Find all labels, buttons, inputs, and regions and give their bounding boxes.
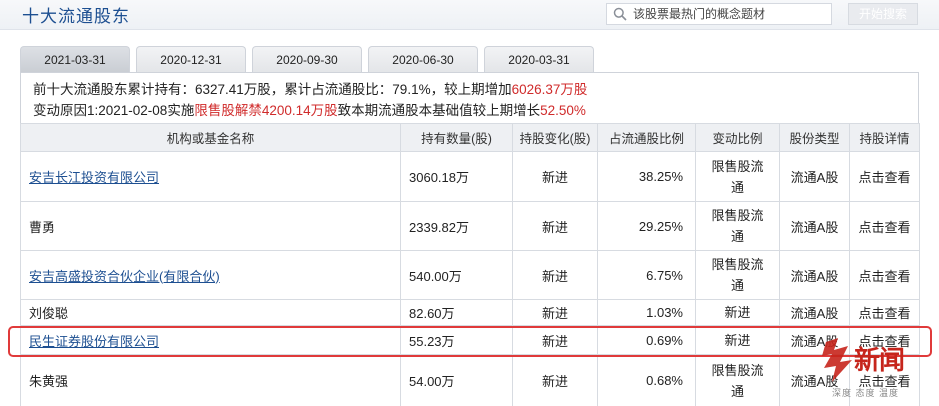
share-type: 流通A股 [779, 299, 850, 326]
float-ratio: 0.68% [597, 354, 696, 406]
col-header-name: 机构或基金名称 [20, 123, 401, 152]
table-row-highlighted: 民生证券股份有限公司 55.23万 新进 0.69% 新进 流通A股 点击查看 [20, 325, 920, 355]
share-type: 流通A股 [779, 201, 850, 251]
float-ratio: 6.75% [597, 250, 696, 300]
change-reason: 新进 [695, 299, 780, 326]
float-ratio: 29.25% [597, 201, 696, 251]
holding-amount: 540.00万 [400, 250, 513, 300]
view-detail-link[interactable]: 点击查看 [849, 201, 920, 251]
page-title: 十大流通股东 [22, 7, 130, 26]
holding-amount: 3060.18万 [400, 151, 513, 202]
table-row: 刘俊聪 82.60万 新进 1.03% 新进 流通A股 点击查看 [20, 299, 920, 326]
float-ratio: 1.03% [597, 299, 696, 326]
change-reason-prefix: 变动原因1:2021-02-08实施 [33, 103, 195, 118]
growth-percent: 52.50% [540, 103, 586, 118]
holdings-summary: 前十大流通股东累计持有：6327.41万股，累计占流通股比：79.1%，较上期增… [20, 73, 919, 123]
tab-2020-09-30[interactable]: 2020-09-30 [252, 46, 362, 73]
holding-change: 新进 [512, 151, 598, 202]
tab-2020-06-30[interactable]: 2020-06-30 [368, 46, 478, 73]
col-header-change: 持股变化(股) [512, 123, 598, 152]
holder-name: 曹勇 [20, 201, 401, 251]
summary-increase-value: 6026.37万股 [511, 82, 588, 97]
table-header-row: 机构或基金名称 持有数量(股) 持股变化(股) 占流通股比例 变动比例 股份类型… [20, 123, 920, 152]
search-icon [613, 7, 627, 21]
view-detail-link[interactable]: 点击查看 [849, 151, 920, 202]
change-reason: 限售股流通 [695, 201, 780, 251]
holding-change: 新进 [512, 201, 598, 251]
search-input[interactable] [633, 5, 829, 23]
table-row: 安吉长江投资有限公司 3060.18万 新进 38.25% 限售股流通 流通A股… [20, 151, 920, 202]
search-button[interactable]: 开始搜索 [848, 3, 918, 25]
change-reason: 限售股流通 [695, 151, 780, 202]
float-ratio: 38.25% [597, 151, 696, 202]
holding-change: 新进 [512, 354, 598, 406]
table-row: 曹勇 2339.82万 新进 29.25% 限售股流通 流通A股 点击查看 [20, 201, 920, 251]
holding-change: 新进 [512, 299, 598, 326]
share-type: 流通A股 [779, 250, 850, 300]
share-type: 流通A股 [779, 354, 850, 406]
view-detail-link[interactable]: 点击查看 [849, 354, 920, 406]
view-detail-link[interactable]: 点击查看 [849, 299, 920, 326]
share-type: 流通A股 [779, 151, 850, 202]
tab-2020-12-31[interactable]: 2020-12-31 [136, 46, 246, 73]
holder-name: 朱黄强 [20, 354, 401, 406]
share-type: 流通A股 [779, 325, 850, 355]
unlock-amount: 限售股解禁4200.14万股 [194, 103, 338, 118]
tab-2021-03-31[interactable]: 2021-03-31 [20, 46, 130, 73]
section-header: 十大流通股东 开始搜索 [0, 0, 939, 30]
col-header-amount: 持有数量(股) [400, 123, 513, 152]
holding-amount: 2339.82万 [400, 201, 513, 251]
col-header-ratio: 占流通股比例 [597, 123, 696, 152]
table-row: 朱黄强 54.00万 新进 0.68% 限售股流通 流通A股 点击查看 [20, 354, 920, 406]
col-header-detail: 持股详情 [849, 123, 920, 152]
holder-name: 刘俊聪 [20, 299, 401, 326]
change-reason: 限售股流通 [695, 354, 780, 406]
holding-change: 新进 [512, 250, 598, 300]
col-header-share-type: 股份类型 [779, 123, 850, 152]
holding-amount: 55.23万 [400, 325, 513, 355]
summary-total-text: 前十大流通股东累计持有：6327.41万股，累计占流通股比：79.1%，较上期增… [33, 82, 512, 97]
summary-line-2: 变动原因1:2021-02-08实施限售股解禁4200.14万股致本期流通股本基… [33, 100, 918, 121]
holder-name-link[interactable]: 安吉高盛投资合伙企业(有限合伙) [29, 269, 220, 284]
change-reason: 新进 [695, 325, 780, 355]
change-reason: 限售股流通 [695, 250, 780, 300]
summary-line-1: 前十大流通股东累计持有：6327.41万股，累计占流通股比：79.1%，较上期增… [33, 79, 918, 100]
view-detail-link[interactable]: 点击查看 [849, 325, 920, 355]
table-row: 安吉高盛投资合伙企业(有限合伙) 540.00万 新进 6.75% 限售股流通 … [20, 250, 920, 300]
col-header-change-ratio: 变动比例 [695, 123, 780, 152]
holder-name-link[interactable]: 民生证券股份有限公司 [29, 334, 159, 349]
tab-2020-03-31[interactable]: 2020-03-31 [484, 46, 594, 73]
top-holders-table: 机构或基金名称 持有数量(股) 持股变化(股) 占流通股比例 变动比例 股份类型… [20, 123, 920, 406]
holder-name-link[interactable]: 安吉长江投资有限公司 [29, 170, 159, 185]
search-box[interactable] [606, 3, 832, 25]
holding-change: 新进 [512, 325, 598, 355]
view-detail-link[interactable]: 点击查看 [849, 250, 920, 300]
float-ratio: 0.69% [597, 325, 696, 355]
holding-amount: 54.00万 [400, 354, 513, 406]
holding-amount: 82.60万 [400, 299, 513, 326]
change-reason-mid: 致本期流通股本基础值较上期增长 [337, 103, 541, 118]
